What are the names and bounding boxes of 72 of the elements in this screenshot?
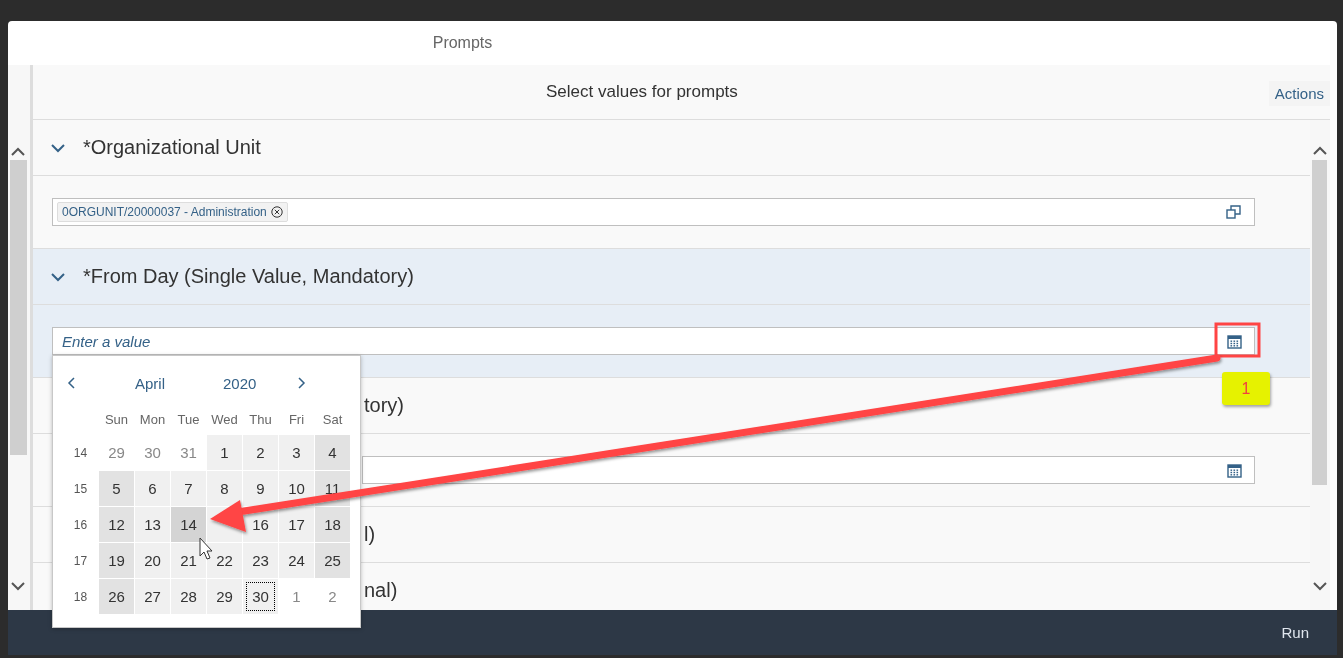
day-cell[interactable]: 30 [243,579,278,614]
scroll-up-icon [1313,146,1327,156]
value-help-button[interactable] [1226,204,1242,220]
day-cell[interactable]: 27 [135,579,170,614]
weekday-label: Wed [210,410,239,429]
dialog-title: Prompts [432,34,493,52]
value-token[interactable]: 0ORGUNIT/20000037 - Administration [57,202,288,222]
weekday-label: Sat [321,410,344,429]
day-cell[interactable]: 26 [99,579,134,614]
day-cell[interactable]: 17 [279,507,314,542]
day-cell[interactable]: 18 [315,507,350,542]
copy-icon [1226,204,1242,220]
cursor-icon [199,537,213,560]
day-cell[interactable]: 21 [171,543,206,578]
week-number: 14 [72,444,89,462]
week-number: 16 [72,516,89,534]
day-cell[interactable]: 7 [171,471,206,506]
weekday-label: Fri [287,410,306,429]
chevron-down-icon [51,271,65,282]
weekday-label: Tue [176,410,201,429]
day-cell[interactable]: 24 [279,543,314,578]
week-number: 15 [72,480,89,498]
week-number: 18 [72,588,89,606]
day-cell[interactable]: 20 [135,543,170,578]
date-field[interactable] [362,456,1255,484]
day-cell[interactable]: 8 [207,471,242,506]
day-cell[interactable]: 29 [207,579,242,614]
scroll-up-icon [11,147,25,157]
scrollbar[interactable] [1310,120,1330,610]
scrollbar[interactable] [8,65,33,610]
day-cell[interactable]: 23 [243,543,278,578]
weekday-label: Mon [138,410,167,429]
chevron-right-icon [298,377,307,389]
day-cell[interactable]: 13 [135,507,170,542]
day-cell[interactable]: 3 [279,435,314,470]
day-cell[interactable]: 6 [135,471,170,506]
run-button[interactable]: Run [1275,623,1315,642]
day-cell[interactable]: 2 [243,435,278,470]
day-cell[interactable]: 19 [99,543,134,578]
highlight-frame [1214,322,1261,358]
day-cell[interactable]: 4 [315,435,350,470]
prompt-label: l) [364,523,376,546]
prompt-label: *Organizational Unit [83,136,261,159]
prompt-header[interactable]: *Organizational Unit [33,120,1310,176]
scroll-down-icon [11,581,25,591]
weekday-label: Thu [248,410,273,429]
scroll-down-icon [1313,581,1327,591]
day-cell[interactable]: 12 [99,507,134,542]
chevron-left-icon [67,377,75,389]
calendar-button[interactable] [1227,462,1242,478]
day-cell[interactable]: 25 [315,543,350,578]
calendar-icon [1227,333,1242,349]
calendar-icon [1227,462,1242,478]
panel-title: Select values for prompts [546,82,738,102]
callout-badge: 1 [1222,372,1270,405]
day-cell[interactable]: 28 [171,579,206,614]
day-cell[interactable]: 1 [207,435,242,470]
day-cell[interactable]: 14 [171,507,206,542]
weekday-label: Sun [103,410,130,429]
prompt-label: nal) [364,579,398,602]
actions-button[interactable]: Actions [1268,81,1330,106]
day-cell[interactable]: 22 [207,543,242,578]
day-cell[interactable]: 9 [243,471,278,506]
prompt-label: *From Day (Single Value, Mandatory) [83,265,414,288]
prompt-label: tory) [364,394,404,417]
date-field[interactable]: Enter a value [52,327,1255,355]
input-field[interactable]: 0ORGUNIT/20000037 - Administration [52,198,1255,226]
calendar-button[interactable] [1227,333,1242,349]
prompt-header[interactable]: *From Day (Single Value, Mandatory) [33,249,1310,305]
chevron-down-icon [51,142,65,153]
remove-icon[interactable] [270,206,283,218]
day-cell[interactable]: 5 [99,471,134,506]
